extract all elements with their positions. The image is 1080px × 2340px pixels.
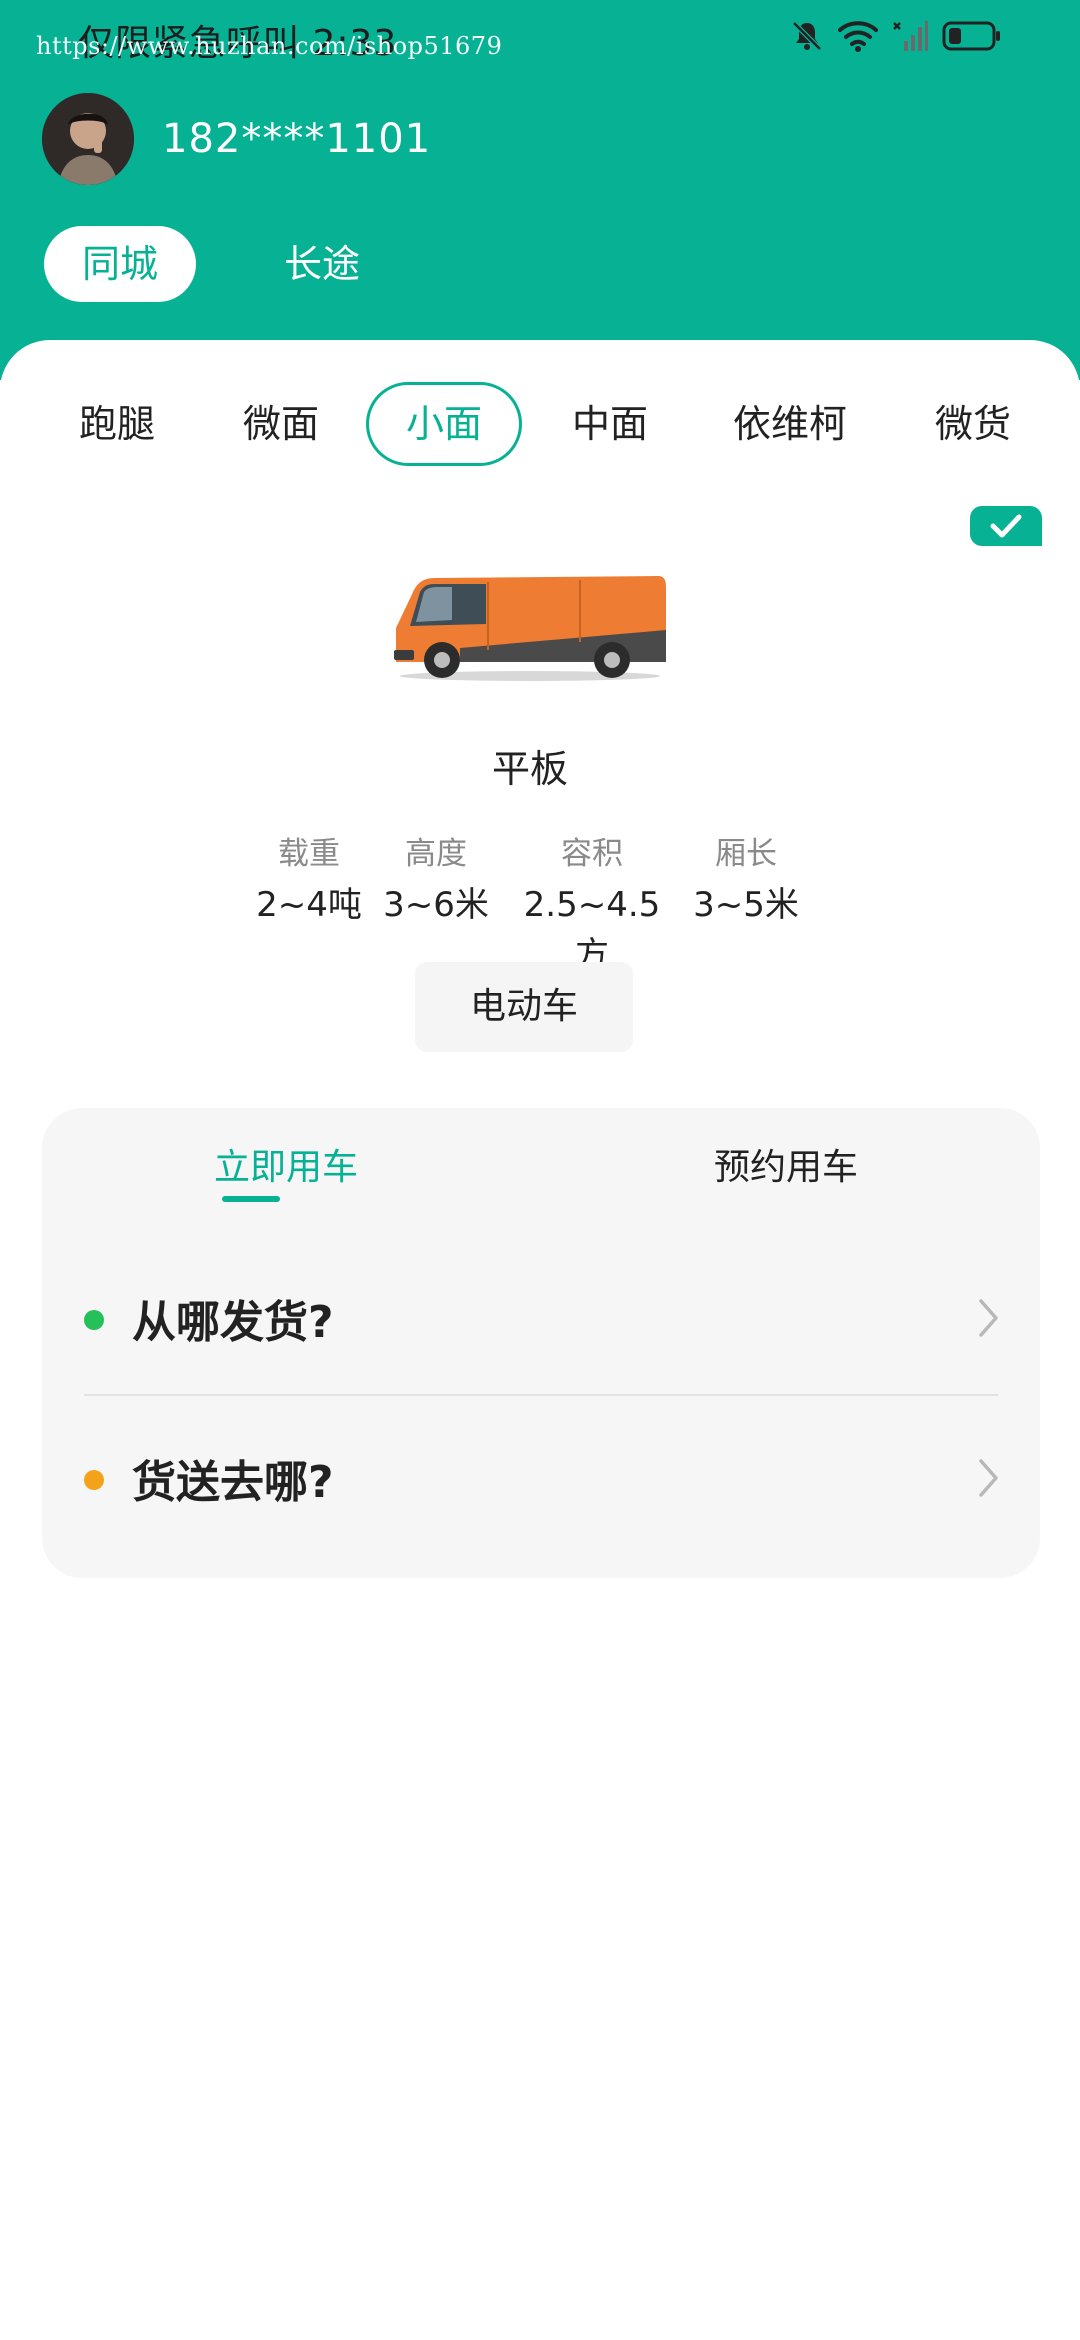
spec-label: 厢长	[715, 836, 777, 872]
vehicle-name: 平板	[491, 747, 568, 791]
spec-value: 3~6米	[383, 885, 489, 925]
dropoff-address-placeholder: 货送去哪?	[132, 1457, 334, 1508]
signal-icon	[893, 21, 928, 51]
spec-value: 3~5米	[693, 885, 799, 925]
divider	[84, 1394, 998, 1396]
spec-volume: 容积 2.5~4.5方	[508, 832, 676, 980]
spec-value: 2~4吨	[256, 885, 362, 925]
chevron-right-icon	[979, 1299, 998, 1337]
spec-label: 高度	[405, 836, 467, 872]
vehicle-tab-small-van[interactable]: 小面	[366, 382, 522, 466]
status-icons	[790, 16, 1002, 56]
user-phone: 182****1101	[162, 116, 432, 162]
vehicle-tab-iveco[interactable]: 依维柯	[720, 382, 860, 466]
scope-tabs: 同城 长途	[44, 226, 398, 302]
vehicle-tab-medium-van[interactable]: 中面	[555, 382, 665, 466]
checkmark-icon	[990, 514, 1022, 538]
pickup-dot	[84, 1310, 104, 1330]
tab-same-city[interactable]: 同城	[44, 226, 197, 302]
tab-indicator	[222, 1196, 280, 1202]
vehicle-tab-micro-van[interactable]: 微面	[226, 382, 336, 466]
dropoff-dot	[84, 1470, 104, 1490]
bell-off-icon	[792, 21, 822, 51]
electric-vehicle-option[interactable]: 电动车	[415, 962, 633, 1052]
spec-label: 容积	[561, 836, 623, 872]
wifi-icon	[838, 21, 878, 52]
avatar[interactable]	[42, 93, 134, 185]
pickup-address-row[interactable]: 从哪发货?	[42, 1248, 1040, 1388]
avatar-photo	[42, 93, 134, 185]
spec-length: 厢长 3~5米	[690, 832, 802, 930]
vehicle-type-tabs: 跑腿 微面 小面 中面 依维柯 微货	[0, 382, 1080, 466]
vehicle-tab-errand[interactable]: 跑腿	[62, 382, 172, 466]
tab-long-distance[interactable]: 长途	[246, 226, 398, 302]
dropoff-address-row[interactable]: 货送去哪?	[42, 1408, 1040, 1548]
tab-use-now[interactable]: 立即用车	[214, 1138, 358, 1190]
status-bar: 仅限紧急呼叫 2:33 https://www.huzhan.com/ishop…	[0, 0, 1080, 80]
watermark: https://www.huzhan.com/ishop51679	[36, 32, 503, 60]
spec-label: 载重	[278, 836, 340, 872]
spec-height: 高度 3~6米	[380, 832, 492, 930]
battery-icon	[942, 21, 1000, 51]
spec-load: 载重 2~4吨	[256, 832, 362, 930]
vehicle-tab-micro-truck[interactable]: 微货	[918, 382, 1028, 466]
chevron-right-icon	[979, 1459, 998, 1497]
user-row[interactable]: 182****1101	[42, 92, 431, 186]
van-image	[394, 576, 666, 681]
pickup-address-placeholder: 从哪发货?	[132, 1297, 334, 1348]
selected-badge	[970, 506, 1042, 546]
header: 仅限紧急呼叫 2:33 https://www.huzhan.com/ishop…	[0, 0, 1080, 380]
tab-reserve[interactable]: 预约用车	[714, 1138, 858, 1190]
